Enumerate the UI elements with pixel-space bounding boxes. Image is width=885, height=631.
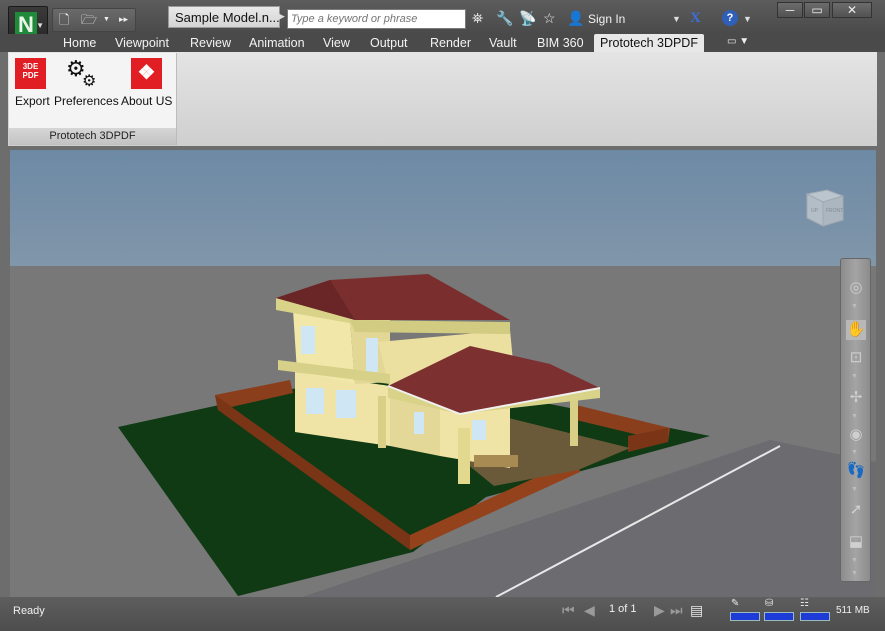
export-icon-text: 3DE PDF bbox=[22, 62, 39, 80]
ribbon-options-icon[interactable]: ▭ ▼ bbox=[727, 36, 749, 47]
select-icon[interactable]: ➚ bbox=[846, 500, 866, 520]
minimize-button[interactable]: ─ bbox=[777, 2, 803, 18]
pencil-icon: ✎ bbox=[731, 598, 740, 609]
tab-review[interactable]: Review bbox=[190, 34, 231, 52]
porch-post bbox=[378, 396, 386, 448]
3d-viewport[interactable]: UP FRONT bbox=[10, 150, 876, 597]
window bbox=[306, 388, 324, 414]
maximize-button[interactable]: ▭ bbox=[804, 2, 830, 18]
export-pdf-icon[interactable]: 3DE PDF bbox=[15, 58, 46, 89]
chevron-down-icon[interactable]: ▼ bbox=[851, 449, 858, 456]
tab-output[interactable]: Output bbox=[370, 34, 408, 52]
gear-small-icon: ⚙ bbox=[82, 73, 97, 90]
memory-usage: 511 MB bbox=[836, 605, 870, 616]
house-model[interactable] bbox=[10, 150, 876, 597]
chevron-down-icon[interactable]: ▼ bbox=[672, 14, 681, 24]
tab-viewpoint[interactable]: Viewpoint bbox=[115, 34, 169, 52]
chevron-right-icon[interactable]: ▶ bbox=[278, 11, 285, 22]
chevron-down-icon[interactable]: ▼ bbox=[743, 14, 752, 24]
window bbox=[414, 412, 424, 434]
search-input[interactable] bbox=[287, 9, 466, 29]
open-folder-icon[interactable]: 🗁 bbox=[81, 11, 97, 33]
chevron-down-icon[interactable]: ▼ bbox=[851, 486, 858, 493]
look-icon[interactable]: ◉ bbox=[846, 425, 866, 445]
tab-animation[interactable]: Animation bbox=[249, 34, 305, 52]
next-page-icon[interactable]: ▶ bbox=[654, 602, 665, 619]
chevron-down-icon[interactable]: ▼ bbox=[851, 303, 858, 310]
viewcube-front-label: FRONT bbox=[826, 208, 843, 214]
sheet-browser-icon[interactable]: ▤ bbox=[690, 602, 703, 619]
viewcube-icon[interactable]: UP FRONT bbox=[799, 186, 847, 230]
steps bbox=[474, 455, 518, 467]
first-page-icon[interactable]: ⏮ bbox=[562, 602, 575, 619]
export-button[interactable]: Export bbox=[15, 94, 50, 108]
ribbon-panel-title: Prototech 3DPDF bbox=[9, 128, 176, 145]
window bbox=[301, 326, 315, 354]
window bbox=[336, 390, 356, 418]
status-text: Ready bbox=[13, 605, 45, 617]
page-info: 1 of 1 bbox=[609, 603, 637, 615]
help-icon[interactable]: ? bbox=[722, 10, 738, 26]
quick-access-toolbar: 🗋 🗁 ▼ ▸▸ bbox=[52, 8, 136, 32]
chevron-down-icon: ▼ bbox=[36, 21, 44, 30]
porch-post bbox=[458, 428, 470, 484]
steering-wheel-icon[interactable]: ◎ bbox=[846, 278, 866, 298]
new-file-icon[interactable]: 🗋 bbox=[59, 11, 69, 33]
hand-pan-icon[interactable]: ✋ bbox=[846, 320, 866, 340]
user-icon[interactable]: 👤 bbox=[567, 10, 584, 27]
porch-post bbox=[570, 398, 578, 446]
tab-render[interactable]: Render bbox=[430, 34, 471, 52]
previous-page-icon[interactable]: ◀ bbox=[584, 602, 595, 619]
disk-icon: ⛁ bbox=[765, 598, 774, 609]
tab-home[interactable]: Home bbox=[63, 34, 96, 52]
binoculars-icon[interactable]: ⛯ bbox=[472, 10, 483, 27]
tab-prototech-3dpdf[interactable]: Prototech 3DPDF bbox=[594, 34, 704, 52]
window bbox=[366, 338, 378, 372]
chevron-down-icon[interactable]: ▼ bbox=[851, 373, 858, 380]
walk-icon[interactable]: 👣 bbox=[846, 461, 866, 481]
antenna-icon[interactable]: 📡 bbox=[519, 10, 536, 27]
camera-icon[interactable]: ⬓ bbox=[846, 532, 866, 552]
document-title: Sample Model.n... bbox=[168, 6, 280, 28]
more-icon[interactable]: ▸▸ bbox=[119, 14, 128, 25]
chevron-down-icon[interactable]: ▼ bbox=[851, 570, 858, 577]
star-icon[interactable]: ☆ bbox=[543, 10, 556, 27]
close-window-button[interactable]: ✕ bbox=[832, 2, 872, 18]
tools-icon[interactable]: 🔧 bbox=[496, 10, 513, 27]
orbit-icon[interactable]: ✢ bbox=[846, 388, 866, 408]
disk-progress-bar bbox=[764, 612, 794, 621]
about-logo-icon[interactable]: ❖ bbox=[131, 58, 162, 89]
last-page-icon[interactable]: ⏭ bbox=[670, 602, 683, 619]
viewcube-up-label: UP bbox=[811, 208, 819, 214]
chevron-down-icon[interactable]: ▼ bbox=[851, 413, 858, 420]
close-x-icon[interactable]: X bbox=[690, 10, 701, 27]
preferences-button[interactable]: Preferences bbox=[54, 94, 119, 108]
sign-in-button[interactable]: Sign In bbox=[588, 12, 625, 26]
zoom-icon[interactable]: ⊡ bbox=[846, 348, 866, 368]
tab-bim-360[interactable]: BIM 360 bbox=[537, 34, 584, 52]
about-us-button[interactable]: About US bbox=[121, 94, 172, 108]
window bbox=[472, 420, 486, 440]
tab-vault[interactable]: Vault bbox=[489, 34, 517, 52]
web-server-progress-bar bbox=[800, 612, 830, 621]
pencil-progress-bar bbox=[730, 612, 760, 621]
web-server-icon: ☷ bbox=[800, 598, 809, 609]
chevron-down-icon[interactable]: ▼ bbox=[103, 16, 110, 23]
chevron-down-icon[interactable]: ▼ bbox=[851, 557, 858, 564]
tab-view[interactable]: View bbox=[323, 34, 350, 52]
trim-top-right bbox=[350, 320, 510, 334]
